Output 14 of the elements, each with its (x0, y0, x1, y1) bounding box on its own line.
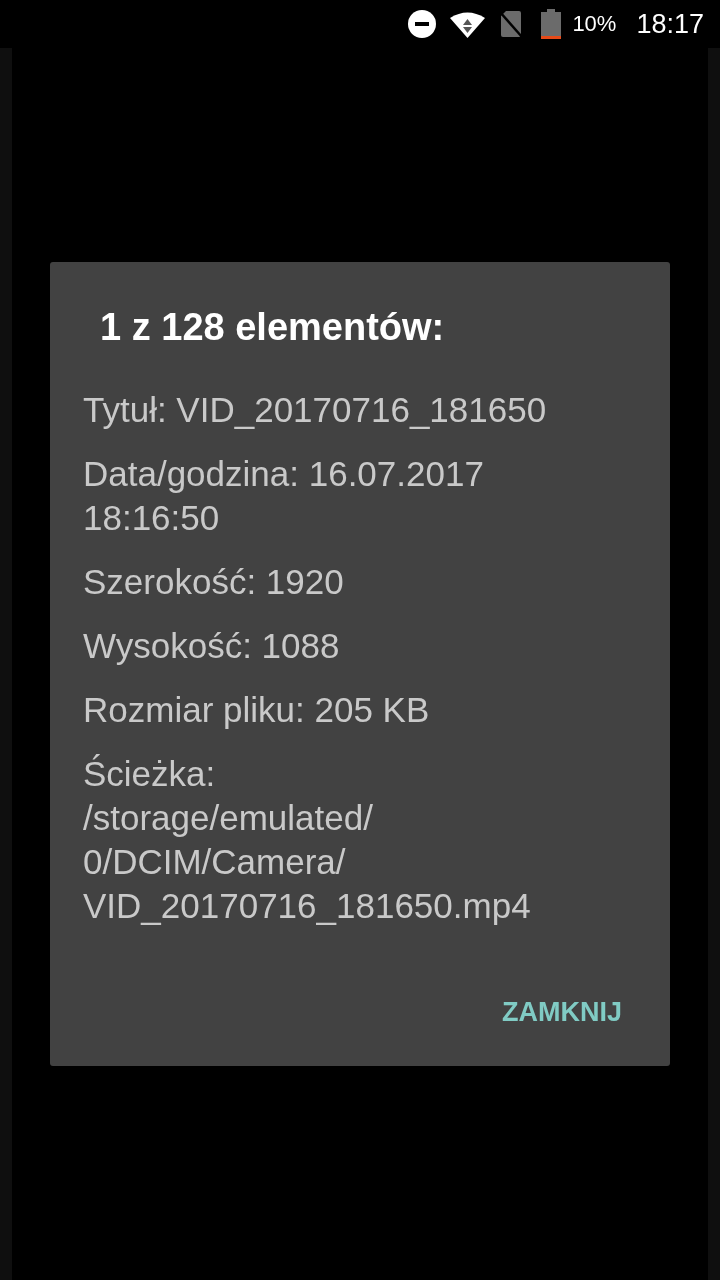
detail-text: Szerokość: 1920 (83, 561, 345, 603)
no-sim-icon (499, 10, 524, 38)
dialog-title: 1 z 128 elementów: (99, 307, 446, 347)
detail-text: Data/godzina: 16.07.2017 18:16:50 (83, 453, 485, 539)
wifi-icon (450, 10, 486, 38)
battery-icon (541, 9, 562, 39)
do-not-disturb-icon (408, 10, 437, 38)
detail-text: Rozmiar pliku: 205 KB (83, 689, 431, 731)
detail-text: Ścieżka: /storage/emulated/ 0/DCIM/Camera/ VID_20170716_181650.mp4 (83, 753, 532, 927)
clock-time: 18:17 (636, 10, 704, 38)
close-button[interactable]: ZAMKNIJ (494, 984, 630, 1040)
detail-text: Wysokość: 1088 (83, 625, 341, 667)
battery-percentage: 10% (572, 13, 617, 35)
detail-text: Tytuł: VID_20170716_181650 (83, 389, 548, 431)
